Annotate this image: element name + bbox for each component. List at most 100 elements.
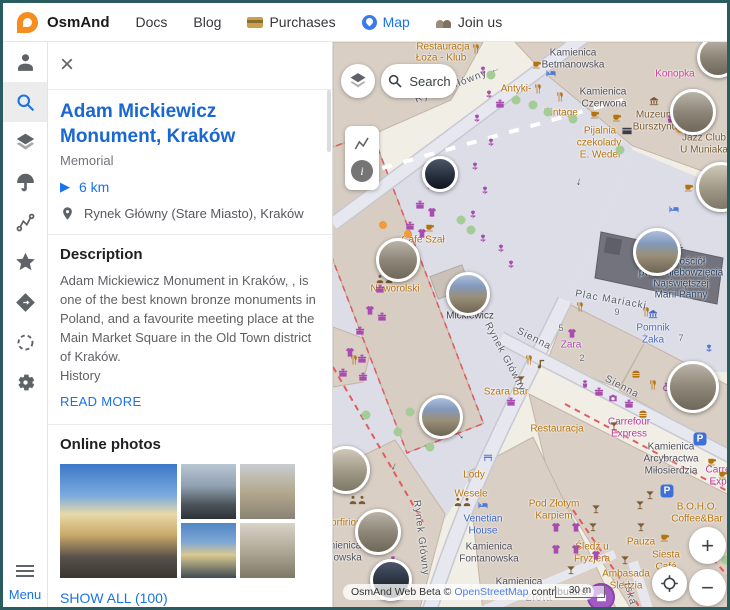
tree-icon — [394, 428, 403, 437]
left-icon-rail: Menu — [3, 42, 48, 608]
photo-marker[interactable] — [633, 228, 681, 276]
map-label: Coffee&Bar — [671, 514, 723, 525]
layers-icon — [15, 132, 36, 153]
photo-thumbnail[interactable] — [240, 523, 295, 578]
cup-icon — [660, 532, 671, 543]
map-search-button[interactable]: Search — [381, 64, 457, 98]
nav-link-purchases[interactable]: Purchases — [247, 14, 335, 30]
fork-icon — [575, 302, 586, 313]
account-icon — [15, 52, 36, 73]
search-icon — [15, 92, 36, 113]
description-heading: Description — [60, 246, 320, 263]
sidebar-item-tracks[interactable] — [3, 202, 47, 242]
glass-icon — [516, 375, 527, 386]
photo-marker[interactable] — [419, 395, 463, 439]
map-label: Antyki- — [501, 84, 532, 95]
map-label: Marii Panny — [655, 290, 708, 301]
read-more-link[interactable]: READ MORE — [60, 394, 141, 409]
gift-icon — [624, 399, 635, 410]
photo-marker[interactable] — [422, 156, 458, 192]
map-label: Siesta — [652, 550, 680, 561]
show-all-photos-link[interactable]: SHOW ALL (100) — [60, 590, 168, 606]
map-label: 7 — [678, 333, 683, 343]
glass-icon — [588, 522, 599, 533]
panel-header: × — [48, 42, 332, 90]
tree-icon — [616, 146, 625, 155]
cup-icon — [532, 59, 543, 70]
layers-icon — [348, 71, 368, 91]
map-label: Restauracja — [416, 42, 469, 53]
sidebar-item-settings[interactable] — [3, 362, 47, 402]
sidebar-item-weather[interactable] — [3, 162, 47, 202]
nav-link-docs[interactable]: Docs — [136, 14, 168, 30]
photo-marker[interactable] — [333, 446, 370, 494]
map-search-label: Search — [409, 74, 450, 89]
glass-icon — [635, 500, 646, 511]
openstreetmap-link[interactable]: OpenStreetMap — [454, 586, 528, 598]
map-label: Plac Mariacki — [574, 288, 647, 311]
photo-marker[interactable] — [355, 509, 401, 555]
globe-icon — [362, 15, 377, 30]
photo-marker[interactable] — [670, 89, 716, 135]
divider — [48, 234, 332, 235]
brand-name: OsmAnd — [47, 14, 110, 31]
map-label: Sienna — [515, 326, 553, 353]
glass-icon — [609, 421, 620, 432]
zoom-in-button[interactable]: + — [689, 527, 726, 564]
sidebar-item-search[interactable] — [3, 82, 47, 122]
sidebar-item-layers[interactable] — [3, 122, 47, 162]
cup-icon — [425, 222, 436, 233]
map-tools-box: i — [345, 126, 379, 190]
distance-row[interactable]: ▶ 6 km — [60, 179, 320, 195]
menu-button[interactable]: Menu — [3, 562, 47, 602]
tshirt-icon — [591, 550, 602, 561]
info-button[interactable]: i — [351, 160, 373, 182]
close-icon[interactable]: × — [60, 55, 74, 75]
photo-thumbnail[interactable] — [181, 464, 236, 519]
gift-icon — [355, 326, 366, 337]
tree-icon — [544, 108, 553, 117]
tree-icon — [406, 408, 415, 417]
photo-thumbnail[interactable] — [240, 464, 295, 519]
photo-marker[interactable] — [697, 42, 727, 78]
photo-thumbnail[interactable] — [181, 523, 236, 578]
cup-icon — [612, 112, 623, 123]
map-label: Express — [611, 429, 647, 440]
nav-link-map[interactable]: Map — [362, 14, 410, 30]
poi-dot-icon — [404, 230, 412, 238]
map-layers-button[interactable] — [341, 64, 375, 98]
sidebar-item-account[interactable] — [3, 42, 47, 82]
tshirt-icon — [365, 305, 376, 316]
sidebar-item-favorites[interactable] — [3, 242, 47, 282]
zoom-out-button[interactable]: − — [689, 569, 726, 606]
gear-icon — [15, 372, 36, 393]
photo-thumbnail[interactable] — [60, 464, 177, 578]
fork-icon — [471, 44, 482, 55]
tree-icon — [362, 411, 371, 420]
nav-link-blog[interactable]: Blog — [193, 14, 221, 30]
map-label: B.O.H.O. — [677, 502, 718, 513]
nav-link-join-us[interactable]: Join us — [436, 14, 502, 30]
tree-icon — [487, 71, 496, 80]
tshirt-icon — [571, 544, 582, 555]
panel-scrollbar[interactable] — [327, 90, 331, 152]
tree-icon — [512, 96, 521, 105]
gift-icon — [375, 284, 386, 295]
flower-icon — [486, 137, 497, 148]
photo-marker[interactable] — [667, 361, 719, 413]
photo-marker[interactable] — [696, 162, 727, 212]
gift-icon — [338, 368, 349, 379]
photo-marker[interactable] — [446, 272, 490, 316]
sidebar-item-plan-route[interactable] — [3, 322, 47, 362]
brand[interactable]: OsmAnd — [17, 12, 110, 33]
tshirt-icon — [417, 228, 428, 239]
note-icon — [536, 359, 547, 370]
cup-icon — [684, 182, 695, 193]
locate-me-button[interactable] — [652, 566, 687, 601]
route-graph-icon[interactable] — [353, 134, 372, 153]
map-canvas[interactable]: RestauracjaŁoża - KlubKamienicaBetmanows… — [333, 42, 727, 608]
sidebar-item-navigation[interactable] — [3, 282, 47, 322]
fork-icon — [555, 92, 566, 103]
map-label: Ambasada — [602, 569, 650, 580]
photo-marker[interactable] — [376, 238, 420, 282]
